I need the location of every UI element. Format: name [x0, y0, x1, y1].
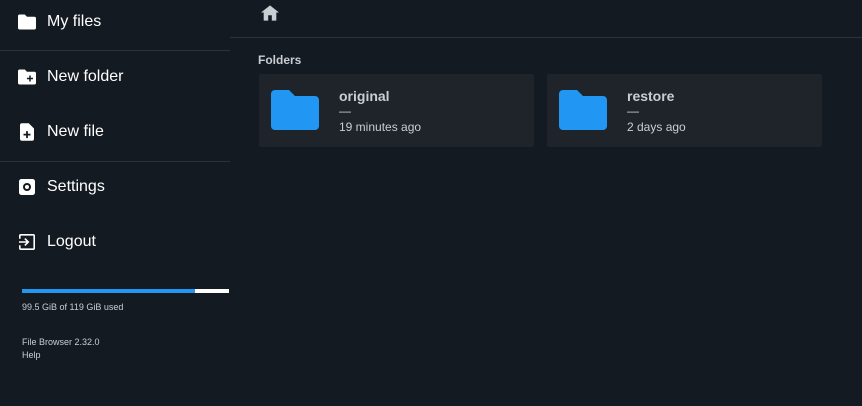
create-new-folder-icon — [18, 68, 36, 86]
sidebar-divider — [0, 161, 230, 162]
home-icon — [261, 4, 279, 26]
help-link[interactable]: Help — [22, 350, 41, 360]
sidebar-item-logout[interactable]: Logout — [0, 220, 230, 264]
folders-section-title: Folders — [258, 53, 302, 67]
folder-size: — — [339, 104, 351, 118]
folder-modified: 19 minutes ago — [339, 120, 422, 134]
app-version: File Browser 2.32.0 — [22, 337, 100, 347]
gear-icon — [18, 178, 36, 196]
sidebar-item-label: Logout — [47, 233, 96, 250]
storage-usage-text: 99.5 GiB of 119 GiB used — [22, 302, 124, 312]
storage-usage-fill — [22, 289, 196, 293]
home-button[interactable] — [260, 4, 280, 26]
sidebar-item-new-folder[interactable]: New folder — [0, 55, 230, 99]
folder-icon — [271, 90, 319, 130]
breadcrumb-bar — [230, 0, 862, 38]
note-add-icon — [18, 123, 36, 141]
sidebar-item-settings[interactable]: Settings — [0, 165, 230, 209]
sidebar-item-label: My files — [47, 13, 102, 30]
sidebar-item-label: Settings — [47, 178, 105, 195]
folder-icon — [18, 13, 36, 31]
folder-item-restore[interactable]: restore — 2 days ago — [547, 74, 822, 147]
folder-size: — — [627, 104, 639, 118]
folder-icon — [559, 90, 607, 130]
sidebar-divider — [0, 50, 230, 51]
sidebar-item-label: New file — [47, 123, 104, 140]
folder-modified: 2 days ago — [627, 120, 686, 134]
sidebar-item-new-file[interactable]: New file — [0, 110, 230, 154]
folder-name: original — [339, 88, 390, 104]
file-browser-app: My files New folder New file Settings Lo… — [0, 0, 862, 406]
folder-item-original[interactable]: original — 19 minutes ago — [259, 74, 534, 147]
sidebar-item-label: New folder — [47, 68, 124, 85]
folder-name: restore — [627, 88, 675, 104]
logout-icon — [18, 233, 36, 251]
sidebar-item-my-files[interactable]: My files — [0, 0, 230, 44]
sidebar: My files New folder New file Settings Lo… — [0, 0, 230, 406]
storage-usage-bar — [22, 289, 229, 293]
